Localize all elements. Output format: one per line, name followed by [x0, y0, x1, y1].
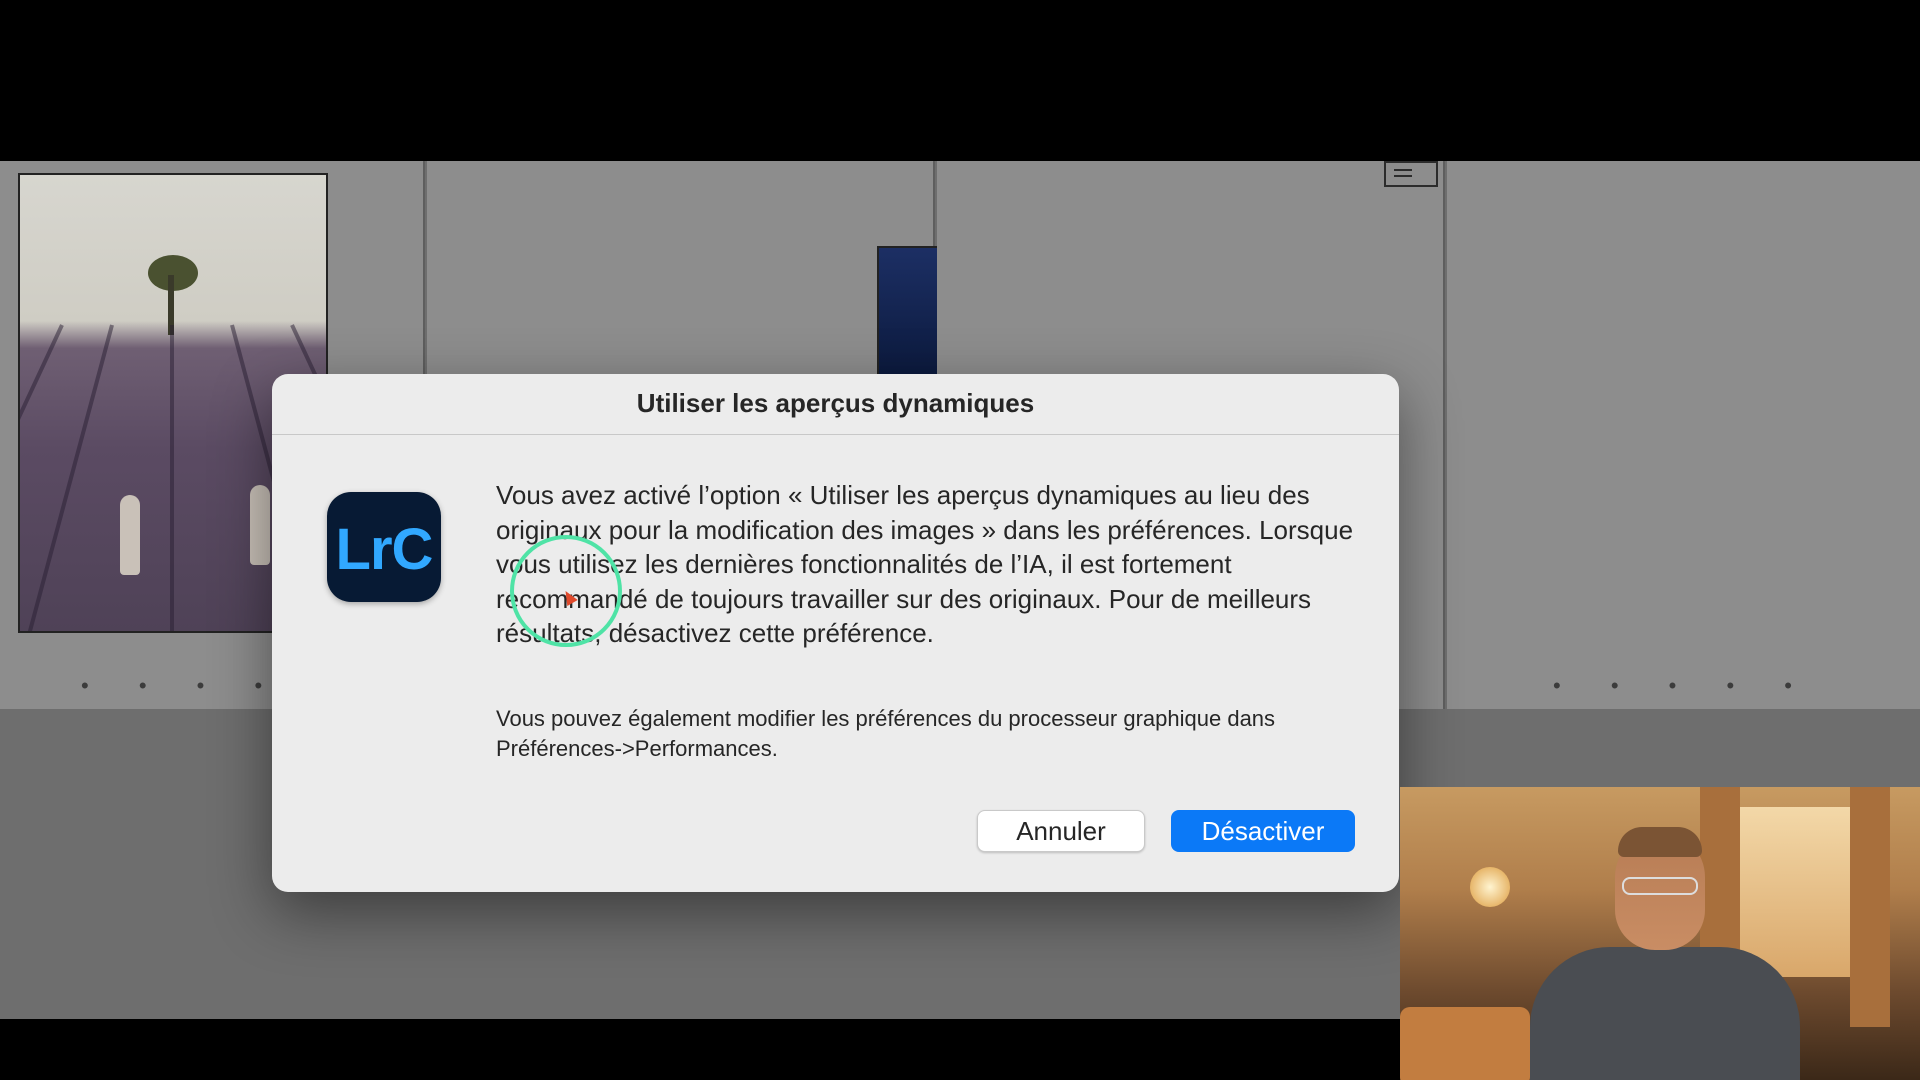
sofa-shape [1400, 1007, 1530, 1080]
glasses-shape [1622, 877, 1698, 895]
cancel-button[interactable]: Annuler [977, 810, 1145, 852]
lamp-glow [1470, 867, 1510, 907]
presenter-webcam-overlay [1400, 787, 1920, 1080]
bottom-letterbox [0, 1019, 1400, 1080]
dialog-divider [272, 434, 1399, 435]
metadata-badge-icon[interactable] [1384, 161, 1438, 187]
dialog-title: Utiliser les aperçus dynamiques [636, 388, 1035, 418]
dynamic-previews-dialog: Utiliser les aperçus dynamiques LrC Vous… [272, 374, 1399, 892]
lavender-row [20, 324, 64, 616]
dialog-secondary-message: Vous pouvez également modifier les préfé… [496, 706, 1276, 761]
disable-button[interactable]: Désactiver [1171, 810, 1355, 852]
lightroom-classic-icon: LrC [327, 492, 441, 602]
dialog-message: Vous avez activé l’option « Utiliser les… [496, 480, 1354, 648]
lavender-row [170, 325, 174, 631]
presenter-hair [1618, 827, 1702, 857]
person-figure [120, 495, 140, 575]
person-figure [250, 485, 270, 565]
curtain-shape [1850, 787, 1890, 1027]
rating-dots[interactable]: • • • • • [1447, 673, 1920, 699]
presenter-body [1530, 947, 1800, 1080]
screen: • • • • • • • • • • Utiliser les aperçus… [0, 0, 1920, 1080]
app-icon-label: LrC [335, 517, 434, 582]
grid-cell-4[interactable]: • • • • • [1447, 161, 1920, 709]
